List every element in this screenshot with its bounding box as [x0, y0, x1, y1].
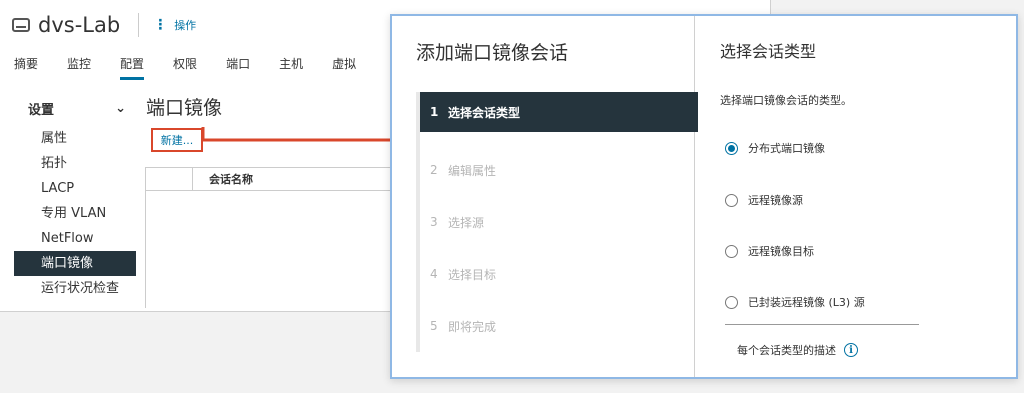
grid-select-column[interactable] [146, 168, 193, 190]
step-label: 选择会话类型 [448, 105, 521, 120]
step-number: 5 [430, 319, 438, 333]
nav-item-netflow[interactable]: NetFlow [14, 226, 136, 251]
object-tabs: 摘要 监控 配置 权限 端口 主机 虚拟 [14, 55, 385, 80]
tab-permissions[interactable]: 权限 [173, 55, 197, 80]
switch-icon [12, 18, 30, 32]
dialog-title: 添加端口镜像会话 [416, 42, 569, 64]
annotation-arrow-icon [201, 127, 403, 147]
nav-item-private-vlan[interactable]: 专用 VLAN [14, 201, 136, 226]
session-grid: 会话名称 [145, 167, 396, 308]
option-remote-mirroring-destination[interactable]: 远程镜像目标 [725, 243, 814, 259]
wizard-steps-panel: 添加端口镜像会话 1 选择会话类型 2 编辑属性 3 选择源 4 选择目标 5 … [392, 16, 698, 377]
panel-description: 选择端口镜像会话的类型。 [720, 94, 852, 107]
wizard-step-5: 5 即将完成 [420, 300, 698, 352]
nav-item-port-mirroring[interactable]: 端口镜像 [14, 251, 136, 276]
step-label: 即将完成 [448, 319, 497, 334]
info-icon[interactable]: i [844, 343, 858, 357]
header-divider [138, 13, 140, 37]
step-label: 选择源 [448, 215, 485, 230]
session-type-description: 每个会话类型的描述 i [737, 342, 858, 358]
description-label: 每个会话类型的描述 [737, 344, 836, 357]
option-remote-mirroring-source[interactable]: 远程镜像源 [725, 192, 803, 208]
nav-item-health-check[interactable]: 运行状况检查 [14, 276, 136, 301]
wizard-steps: 1 选择会话类型 2 编辑属性 3 选择源 4 选择目标 5 即将完成 [416, 92, 698, 352]
step-number: 2 [430, 163, 438, 177]
chevron-down-icon: ⌄ [115, 100, 126, 116]
option-label: 分布式端口镜像 [748, 142, 825, 155]
tab-vms[interactable]: 虚拟 [332, 55, 356, 80]
page-title: 端口镜像 [146, 97, 223, 119]
option-label: 远程镜像源 [748, 194, 803, 207]
add-port-mirroring-dialog: 添加端口镜像会话 1 选择会话类型 2 编辑属性 3 选择源 4 选择目标 5 … [390, 14, 1018, 379]
radio-icon[interactable] [725, 244, 738, 258]
step-number: 3 [430, 215, 438, 229]
object-title: dvs-Lab [38, 13, 121, 37]
divider [725, 324, 919, 325]
option-label: 已封装远程镜像 (L3) 源 [748, 296, 865, 309]
tab-hosts[interactable]: 主机 [279, 55, 303, 80]
option-encapsulated-remote-l3-source[interactable]: 已封装远程镜像 (L3) 源 [725, 294, 865, 310]
step-number: 1 [430, 105, 439, 119]
nav-item-topology[interactable]: 拓扑 [14, 151, 136, 176]
tab-ports[interactable]: 端口 [226, 55, 250, 80]
new-session-button[interactable]: 新建... [151, 128, 203, 152]
panel-title: 选择会话类型 [720, 42, 817, 61]
step-label: 选择目标 [448, 267, 497, 282]
wizard-step-1[interactable]: 1 选择会话类型 [420, 92, 698, 132]
grid-header: 会话名称 [146, 168, 396, 191]
tab-monitor[interactable]: 监控 [67, 55, 91, 80]
radio-selected-icon[interactable] [725, 141, 738, 155]
nav-item-lacp[interactable]: LACP [14, 176, 136, 201]
grid-column-session-name[interactable]: 会话名称 [193, 171, 253, 187]
step-number: 4 [430, 267, 438, 281]
option-distributed-port-mirroring[interactable]: 分布式端口镜像 [725, 140, 825, 156]
option-label: 远程镜像目标 [748, 245, 814, 258]
tab-configure[interactable]: 配置 [120, 55, 145, 80]
settings-nav: 设置 ⌄ 属性 拓扑 LACP 专用 VLAN NetFlow 端口镜像 运行状… [14, 98, 136, 301]
kebab-menu-icon[interactable]: ⋮ [153, 17, 167, 33]
object-header: dvs-Lab ⋮ 操作 [12, 10, 196, 40]
session-type-panel: 选择会话类型 选择端口镜像会话的类型。 分布式端口镜像 远程镜像源 远程镜像目标… [695, 16, 1016, 377]
wizard-step-4: 4 选择目标 [420, 248, 698, 300]
nav-section-settings[interactable]: 设置 ⌄ [14, 98, 136, 118]
radio-icon[interactable] [725, 295, 738, 309]
wizard-step-3: 3 选择源 [420, 196, 698, 248]
radio-icon[interactable] [725, 193, 738, 207]
nav-section-label: 设置 [28, 102, 55, 118]
nav-item-properties[interactable]: 属性 [14, 126, 136, 151]
wizard-step-2: 2 编辑属性 [420, 144, 698, 196]
actions-menu[interactable]: 操作 [174, 17, 196, 33]
tab-summary[interactable]: 摘要 [14, 55, 38, 80]
step-label: 编辑属性 [448, 163, 497, 178]
